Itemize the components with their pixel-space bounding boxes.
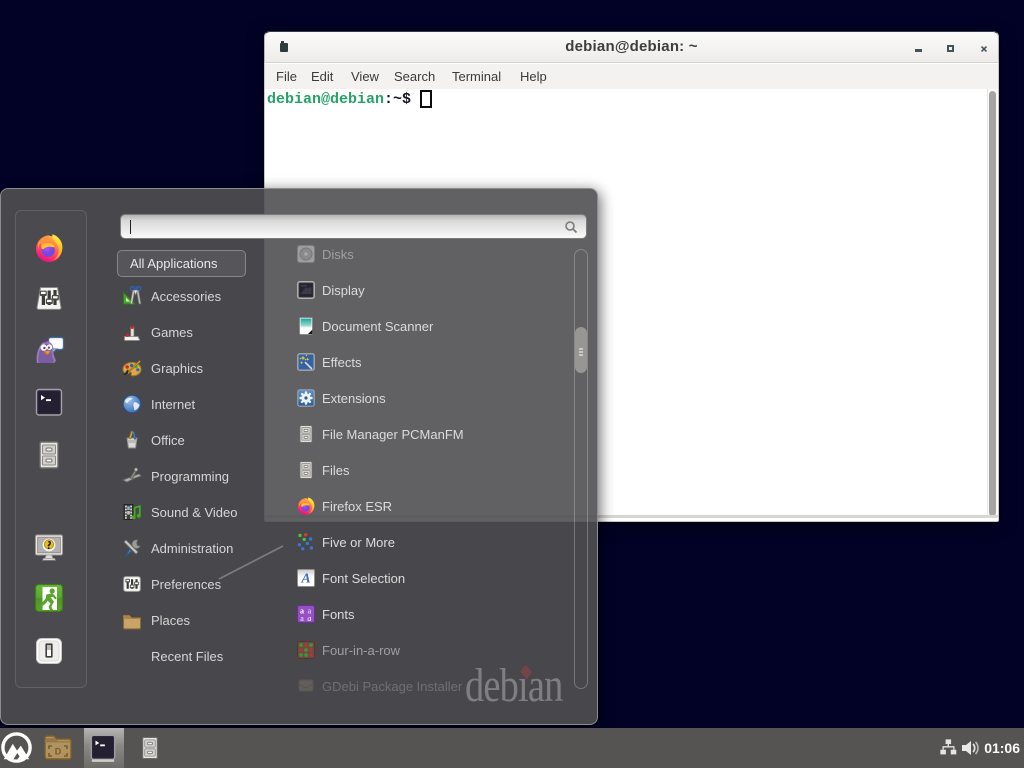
svg-text:D: D bbox=[55, 747, 62, 757]
svg-text:A: A bbox=[300, 572, 310, 587]
svg-text:a: a bbox=[300, 614, 304, 623]
svg-text:a: a bbox=[307, 614, 311, 623]
